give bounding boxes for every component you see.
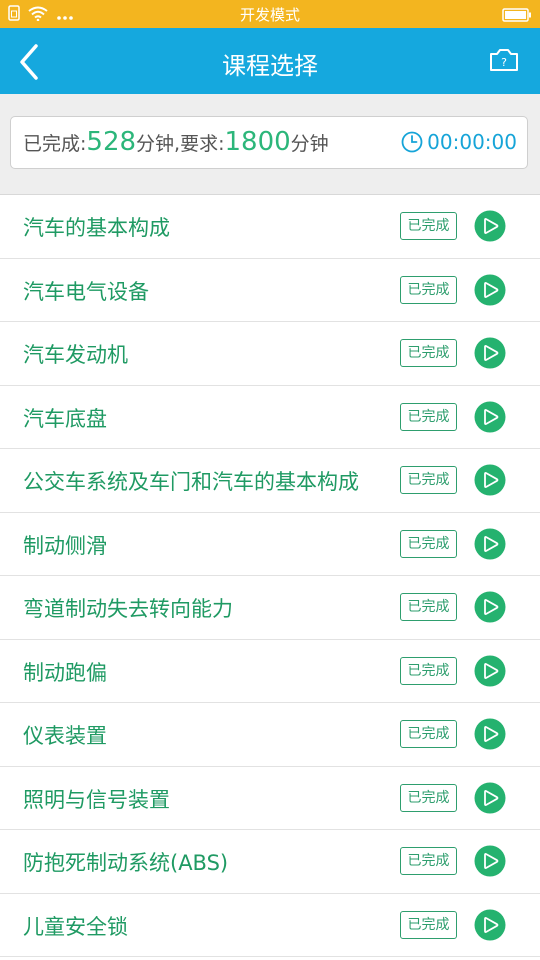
play-button[interactable] xyxy=(474,718,506,750)
play-icon xyxy=(474,655,506,686)
play-button[interactable] xyxy=(474,274,506,306)
play-icon xyxy=(474,845,506,877)
page-title: 课程选择 xyxy=(222,52,318,80)
play-icon xyxy=(474,909,506,940)
course-row[interactable]: 制动跑偏 已完成 xyxy=(0,639,540,703)
course-row[interactable]: 公交车系统及车门和汽车的基本构成 已完成 xyxy=(0,449,540,513)
status-badge: 已完成 xyxy=(400,847,457,875)
status-badge: 已完成 xyxy=(400,783,457,812)
play-button[interactable] xyxy=(474,337,506,369)
play-button[interactable] xyxy=(474,401,506,433)
course-row[interactable]: 防抱死制动系统(ABS) 已完成 xyxy=(0,830,540,894)
play-icon xyxy=(474,591,506,623)
status-badge: 已完成 xyxy=(400,910,457,939)
course-name: 仪表装置 xyxy=(23,724,107,748)
course-row[interactable]: 照明与信号装置 已完成 xyxy=(0,766,540,830)
course-list: 汽车的基本构成 已完成 汽车电气设备 已完成 汽车发动机 已完成 汽车底盘 已完成 公交车系统及… xyxy=(0,194,540,957)
completed-minutes: 528 xyxy=(86,127,137,157)
status-title: 开发模式 xyxy=(239,6,300,24)
course-row[interactable]: 汽车发动机 已完成 xyxy=(0,322,540,386)
course-row[interactable]: 制动侧滑 已完成 xyxy=(0,512,540,576)
course-row[interactable]: 仪表装置 已完成 xyxy=(0,703,540,767)
play-button[interactable] xyxy=(474,909,506,941)
play-icon xyxy=(474,528,506,559)
status-badge: 已完成 xyxy=(400,593,457,621)
required-minutes: 1800 xyxy=(224,127,291,157)
status-badge: 已完成 xyxy=(400,656,457,685)
clock-icon xyxy=(401,131,423,153)
status-badge: 已完成 xyxy=(400,720,457,748)
course-name: 制动跑偏 xyxy=(23,660,107,685)
course-name: 公交车系统及车门和汽车的基本构成 xyxy=(23,470,359,494)
completed-label: 已完成: xyxy=(23,133,87,155)
course-name: 汽车底盘 xyxy=(23,406,107,431)
course-name: 弯道制动失去转向能力 xyxy=(23,597,233,621)
play-icon xyxy=(474,210,506,242)
nav-bar: 课程选择 ? xyxy=(0,28,540,94)
status-badge: 已完成 xyxy=(400,212,457,240)
course-name: 汽车的基本构成 xyxy=(23,216,170,240)
summary-text: 已完成: 528 分钟, 要求: 1800 分钟 xyxy=(23,127,329,157)
summary-section: 已完成: 528 分钟, 要求: 1800 分钟 00:00:00 xyxy=(0,94,540,194)
play-button[interactable] xyxy=(474,845,506,877)
timer-value: 00:00:00 xyxy=(427,130,517,154)
course-name: 儿童安全锁 xyxy=(23,914,128,939)
play-icon xyxy=(474,718,506,750)
play-button[interactable] xyxy=(474,528,506,560)
camera-help-button[interactable]: ? xyxy=(488,46,520,74)
course-name: 照明与信号装置 xyxy=(23,787,170,812)
course-row[interactable]: 弯道制动失去转向能力 已完成 xyxy=(0,576,540,640)
status-badge: 已完成 xyxy=(400,466,457,494)
play-icon xyxy=(474,401,506,432)
status-badge: 已完成 xyxy=(400,275,457,304)
svg-text:?: ? xyxy=(501,56,507,69)
play-button[interactable] xyxy=(474,210,506,242)
camera-help-icon: ? xyxy=(490,49,518,71)
play-button[interactable] xyxy=(474,655,506,687)
course-name: 汽车发动机 xyxy=(23,343,128,367)
status-badge: 已完成 xyxy=(400,402,457,431)
play-icon xyxy=(474,337,506,369)
timer: 00:00:00 xyxy=(401,130,517,154)
course-row[interactable]: 汽车的基本构成 已完成 xyxy=(0,195,540,259)
course-name: 汽车电气设备 xyxy=(23,279,149,304)
status-badge: 已完成 xyxy=(400,529,457,558)
play-icon xyxy=(474,274,506,305)
course-row[interactable]: 汽车底盘 已完成 xyxy=(0,385,540,449)
play-icon xyxy=(474,782,506,813)
progress-summary: 已完成: 528 分钟, 要求: 1800 分钟 00:00:00 xyxy=(10,116,528,169)
course-row[interactable]: 汽车电气设备 已完成 xyxy=(0,258,540,322)
play-icon xyxy=(474,464,506,496)
course-row[interactable]: 儿童安全锁 已完成 xyxy=(0,893,540,957)
play-button[interactable] xyxy=(474,464,506,496)
unit-label: 分钟, xyxy=(136,133,181,155)
status-bar: 开发模式 xyxy=(0,0,540,28)
required-label: 要求: xyxy=(180,133,225,155)
battery-icon xyxy=(502,7,532,26)
play-button[interactable] xyxy=(474,591,506,623)
course-name: 制动侧滑 xyxy=(23,533,107,558)
play-button[interactable] xyxy=(474,782,506,814)
status-badge: 已完成 xyxy=(400,339,457,367)
course-name: 防抱死制动系统(ABS) xyxy=(23,851,229,875)
unit-label-2: 分钟 xyxy=(290,133,329,155)
